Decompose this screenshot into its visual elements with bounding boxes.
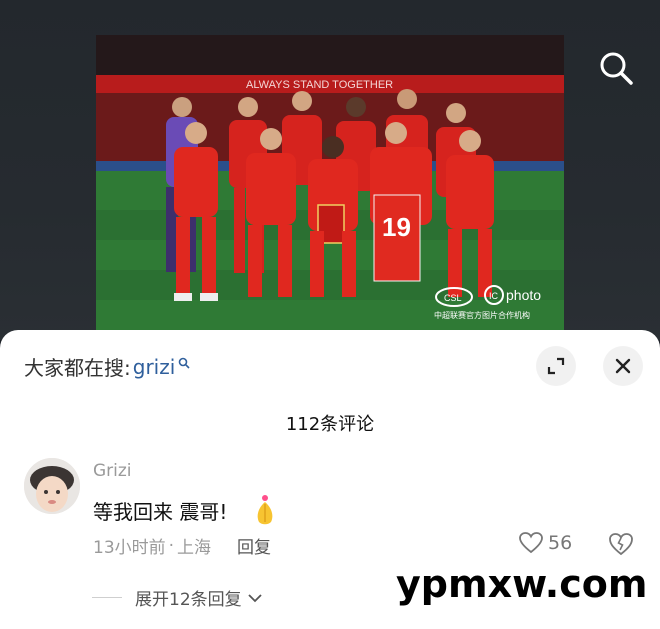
- search-icon: [600, 52, 633, 85]
- divider-line: [92, 597, 122, 598]
- banner-text: ALWAYS STAND TOGETHER: [246, 79, 393, 91]
- comment-meta: 13小时前 · 上海 回复: [93, 533, 271, 559]
- watermark-brand: photo: [506, 287, 541, 303]
- svg-text:IC: IC: [489, 291, 499, 301]
- watermark-caption: 中超联赛官方图片合作机构: [434, 310, 530, 320]
- close-icon: [615, 358, 631, 374]
- comment-count: 112条评论: [285, 414, 375, 435]
- team-photo[interactable]: ALWAYS STAND TOGETHER 19 CSL IC photo 中超…: [96, 35, 564, 330]
- reply-button[interactable]: 回复: [237, 533, 271, 558]
- search-small-icon: [178, 357, 190, 369]
- meta-separator: ·: [168, 535, 175, 556]
- expand-replies-label: 展开12条回复: [135, 590, 242, 610]
- praying-hands-emoji: [258, 495, 273, 525]
- heart-icon: [519, 532, 543, 554]
- watermark-league: CSL: [444, 293, 462, 303]
- comment-text-row: 等我回来 震哥!: [93, 494, 277, 526]
- avatar[interactable]: [24, 458, 80, 514]
- avatar-image: [24, 458, 80, 514]
- broken-heart-icon: [609, 533, 633, 556]
- chevron-down-icon: [248, 593, 262, 602]
- fullscreen-icon: [547, 357, 565, 375]
- search-button[interactable]: [596, 48, 638, 90]
- dislike-button[interactable]: [607, 531, 635, 561]
- jersey-number: 19: [382, 212, 411, 242]
- comment-location: 上海: [177, 538, 212, 558]
- like-count: 56: [548, 532, 573, 554]
- comment-text: 等我回来 震哥!: [93, 499, 228, 524]
- trending-keyword[interactable]: grizi: [133, 355, 176, 379]
- trending-search[interactable]: 大家都在搜: grizi: [24, 352, 190, 381]
- like-button[interactable]: 56: [518, 531, 572, 555]
- trending-label: 大家都在搜:: [24, 356, 131, 380]
- comment-time: 13小时前: [93, 538, 166, 558]
- site-watermark: ypmxw.com: [396, 562, 648, 606]
- comment-author[interactable]: Grizi: [93, 461, 132, 481]
- team-photo-illustration: ALWAYS STAND TOGETHER 19 CSL IC photo 中超…: [96, 35, 564, 330]
- close-button[interactable]: [603, 346, 643, 386]
- fullscreen-button[interactable]: [536, 346, 576, 386]
- expand-replies[interactable]: 展开12条回复: [92, 585, 263, 610]
